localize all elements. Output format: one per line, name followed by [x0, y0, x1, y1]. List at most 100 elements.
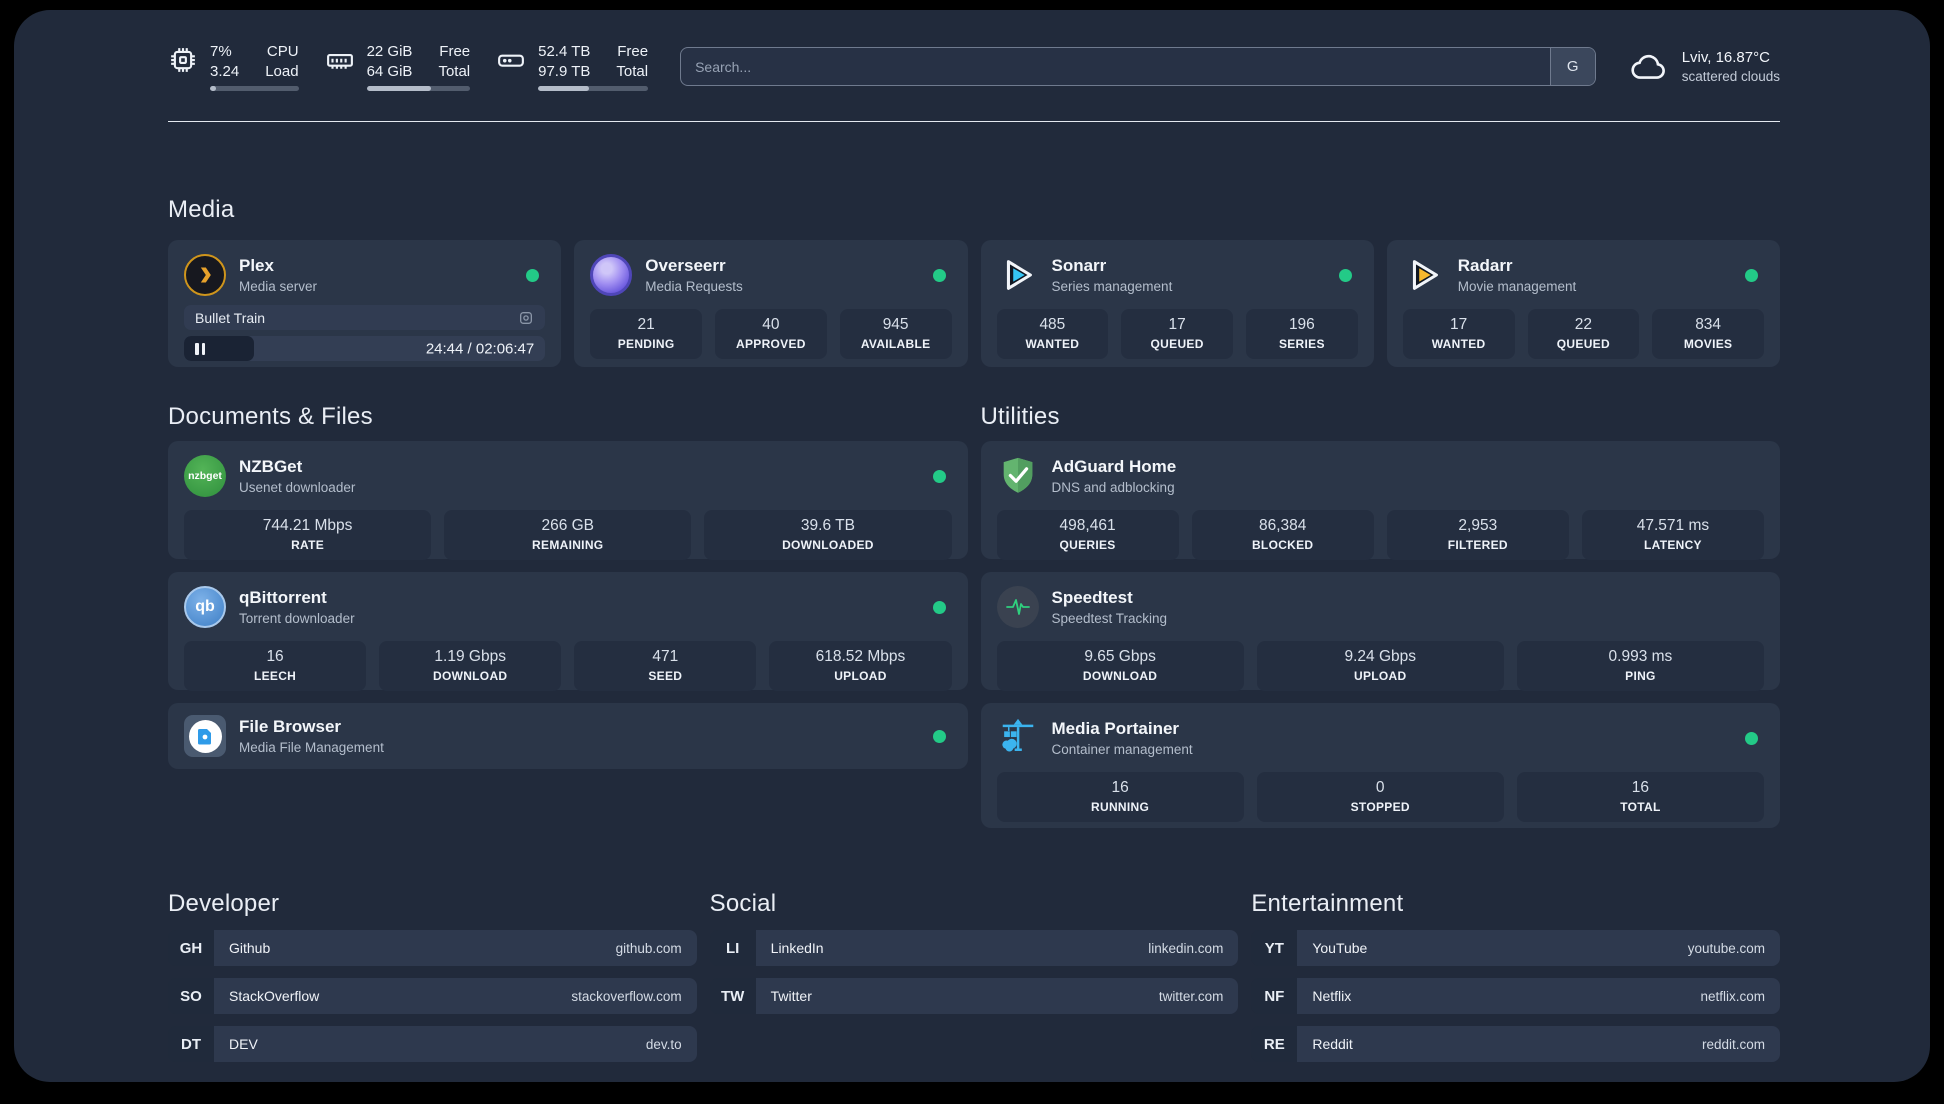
bookmark-abbr: SO [168, 978, 214, 1014]
stat-label: PING [1625, 669, 1656, 683]
stat-value: 618.52 Mbps [815, 648, 906, 665]
app-titles: NZBGet Usenet downloader [239, 457, 355, 495]
entertainment-column: Entertainment YT YouTube youtube.com NF … [1251, 890, 1780, 1062]
stat-tile: 471 SEED [574, 641, 757, 691]
app-card-adguard[interactable]: AdGuard Home DNS and adblocking 498,461 … [980, 441, 1780, 560]
stat-label: MOVIES [1683, 337, 1733, 351]
stat-value: 39.6 TB [800, 517, 855, 534]
memory-free-value: 22 GiB [366, 43, 413, 60]
stat-tile: 1.19 Gbps DOWNLOAD [379, 641, 562, 691]
stat-label: QUEUED [1150, 337, 1204, 351]
app-description: Movie management [1457, 278, 1577, 294]
stat-value: 17 [1450, 316, 1468, 333]
stat-label: DOWNLOADED [782, 538, 874, 552]
search-engine-button[interactable]: G [1549, 48, 1595, 85]
search-bar: G [680, 47, 1596, 86]
bookmark-youtube[interactable]: YT YouTube youtube.com [1251, 930, 1780, 966]
stat-value: 16 [1111, 779, 1129, 796]
bookmark-name: DEV [229, 1036, 258, 1052]
total-label: Total [438, 62, 471, 80]
stat-tile: 498,461 QUERIES [996, 510, 1179, 560]
memory-progress-bar [366, 86, 471, 91]
bookmark-linkedin[interactable]: LI LinkedIn linkedin.com [709, 930, 1239, 966]
developer-column: Developer GH Github github.com SO StackO… [168, 890, 697, 1062]
stat-tile: 16 TOTAL [1516, 772, 1764, 822]
stat-label: WANTED [1025, 337, 1080, 351]
qbittorrent-icon-text: qb [195, 598, 215, 615]
app-card-nzbget[interactable]: nzbget NZBGet Usenet downloader 744.21 M… [168, 441, 968, 560]
utilities-column: Utilities AdGuard Home DNS and adblockin… [980, 403, 1780, 828]
bookmark-dev[interactable]: DT DEV dev.to [168, 1026, 697, 1062]
free-label: Free [439, 43, 471, 60]
playback-progress[interactable]: 24:44 / 02:06:47 [184, 336, 546, 361]
stat-value: 9.65 Gbps [1084, 648, 1156, 665]
app-card-overseerr[interactable]: Overseerr Media Requests 21 PENDING 40 A… [574, 240, 968, 367]
playback-time: 24:44 / 02:06:47 [425, 340, 535, 357]
bookmark-name: YouTube [1312, 940, 1368, 956]
bookmark-abbr: LI [709, 930, 756, 966]
cpu-labels: CPU Load [265, 42, 298, 81]
memory-values: 22 GiB 64 GiB [367, 42, 413, 81]
bookmark-netflix[interactable]: NF Netflix netflix.com [1251, 978, 1780, 1014]
stat-label: REMAINING [532, 538, 604, 552]
app-description: Container management [1051, 741, 1193, 757]
weather-condition: scattered clouds [1681, 69, 1780, 84]
app-card-sonarr[interactable]: Sonarr Series management 485 WANTED 17 Q… [980, 240, 1374, 367]
filebrowser-icon [184, 715, 226, 757]
stat-label: QUEUED [1556, 337, 1610, 351]
camera-icon[interactable] [518, 310, 534, 326]
app-description: Series management [1051, 278, 1173, 294]
app-card-radarr[interactable]: Radarr Movie management 17 WANTED 22 QUE… [1386, 240, 1780, 367]
section-title-utilities: Utilities [980, 403, 1060, 430]
stat-tile: 16 LEECH [184, 641, 367, 691]
status-dot [1338, 268, 1352, 282]
bookmark-name: Netflix [1312, 988, 1352, 1004]
stat-tile: 86,384 BLOCKED [1191, 510, 1374, 560]
stat-value: 945 [882, 316, 909, 333]
stat-label: DOWNLOAD [1082, 669, 1158, 683]
bookmark-stackoverflow[interactable]: SO StackOverflow stackoverflow.com [168, 978, 697, 1014]
status-dot [1745, 731, 1758, 745]
stat-label: WANTED [1431, 337, 1486, 351]
stat-value: 9.24 Gbps [1344, 648, 1416, 665]
stat-value: 86,384 [1258, 517, 1307, 534]
cloud-icon [1631, 54, 1665, 79]
stat-label: APPROVED [736, 337, 806, 351]
sonarr-icon [997, 254, 1039, 296]
app-name: Media Portainer [1051, 719, 1180, 739]
app-description: Media server [239, 278, 318, 294]
app-card-plex[interactable]: Plex Media server Bullet Train 24:44 / 0… [168, 240, 562, 367]
bookmark-abbr: YT [1251, 930, 1298, 966]
storage-free-value: 52.4 TB [538, 43, 591, 60]
storage-progress-bar [538, 86, 649, 91]
cpu-stat-body: 7% 3.24 CPU Load [210, 42, 299, 91]
search-input[interactable] [681, 48, 1550, 85]
bookmark-twitter[interactable]: TW Twitter twitter.com [709, 978, 1239, 1014]
adguard-icon [997, 455, 1039, 497]
pause-button[interactable] [195, 342, 205, 355]
stat-tile: 945 AVAILABLE [839, 309, 952, 359]
status-dot [526, 268, 540, 282]
bookmark-name: StackOverflow [229, 988, 320, 1004]
radarr-icon [1403, 254, 1445, 296]
stat-tile: 9.24 Gbps UPLOAD [1256, 641, 1504, 691]
top-bar: 7% 3.24 CPU Load 22 GiB 64 GiB Free Tota… [168, 10, 1780, 91]
app-card-portainer[interactable]: Media Portainer Container management 16 … [980, 703, 1780, 828]
status-dot [932, 469, 946, 483]
overseerr-icon [590, 254, 633, 296]
bookmark-github[interactable]: GH Github github.com [168, 930, 697, 966]
app-card-qbittorrent[interactable]: qb qBittorrent Torrent downloader 16 LEE… [168, 572, 968, 691]
app-card-filebrowser[interactable]: File Browser Media File Management [168, 703, 968, 769]
stat-tile: 196 SERIES [1246, 309, 1358, 359]
bookmark-reddit[interactable]: RE Reddit reddit.com [1251, 1026, 1780, 1062]
bookmark-name: LinkedIn [770, 940, 824, 956]
bookmark-url: dev.to [645, 1036, 682, 1052]
app-description: DNS and adblocking [1051, 479, 1175, 495]
app-card-speedtest[interactable]: Speedtest Speedtest Tracking 9.65 Gbps D… [980, 572, 1780, 691]
storage-stat: 52.4 TB 97.9 TB Free Total [496, 42, 649, 91]
stat-label: STOPPED [1350, 800, 1410, 814]
stat-value: 21 [637, 316, 655, 333]
stat-label: PENDING [617, 337, 675, 351]
app-name: Overseerr [645, 256, 726, 276]
stat-tile: 2,953 FILTERED [1386, 510, 1569, 560]
